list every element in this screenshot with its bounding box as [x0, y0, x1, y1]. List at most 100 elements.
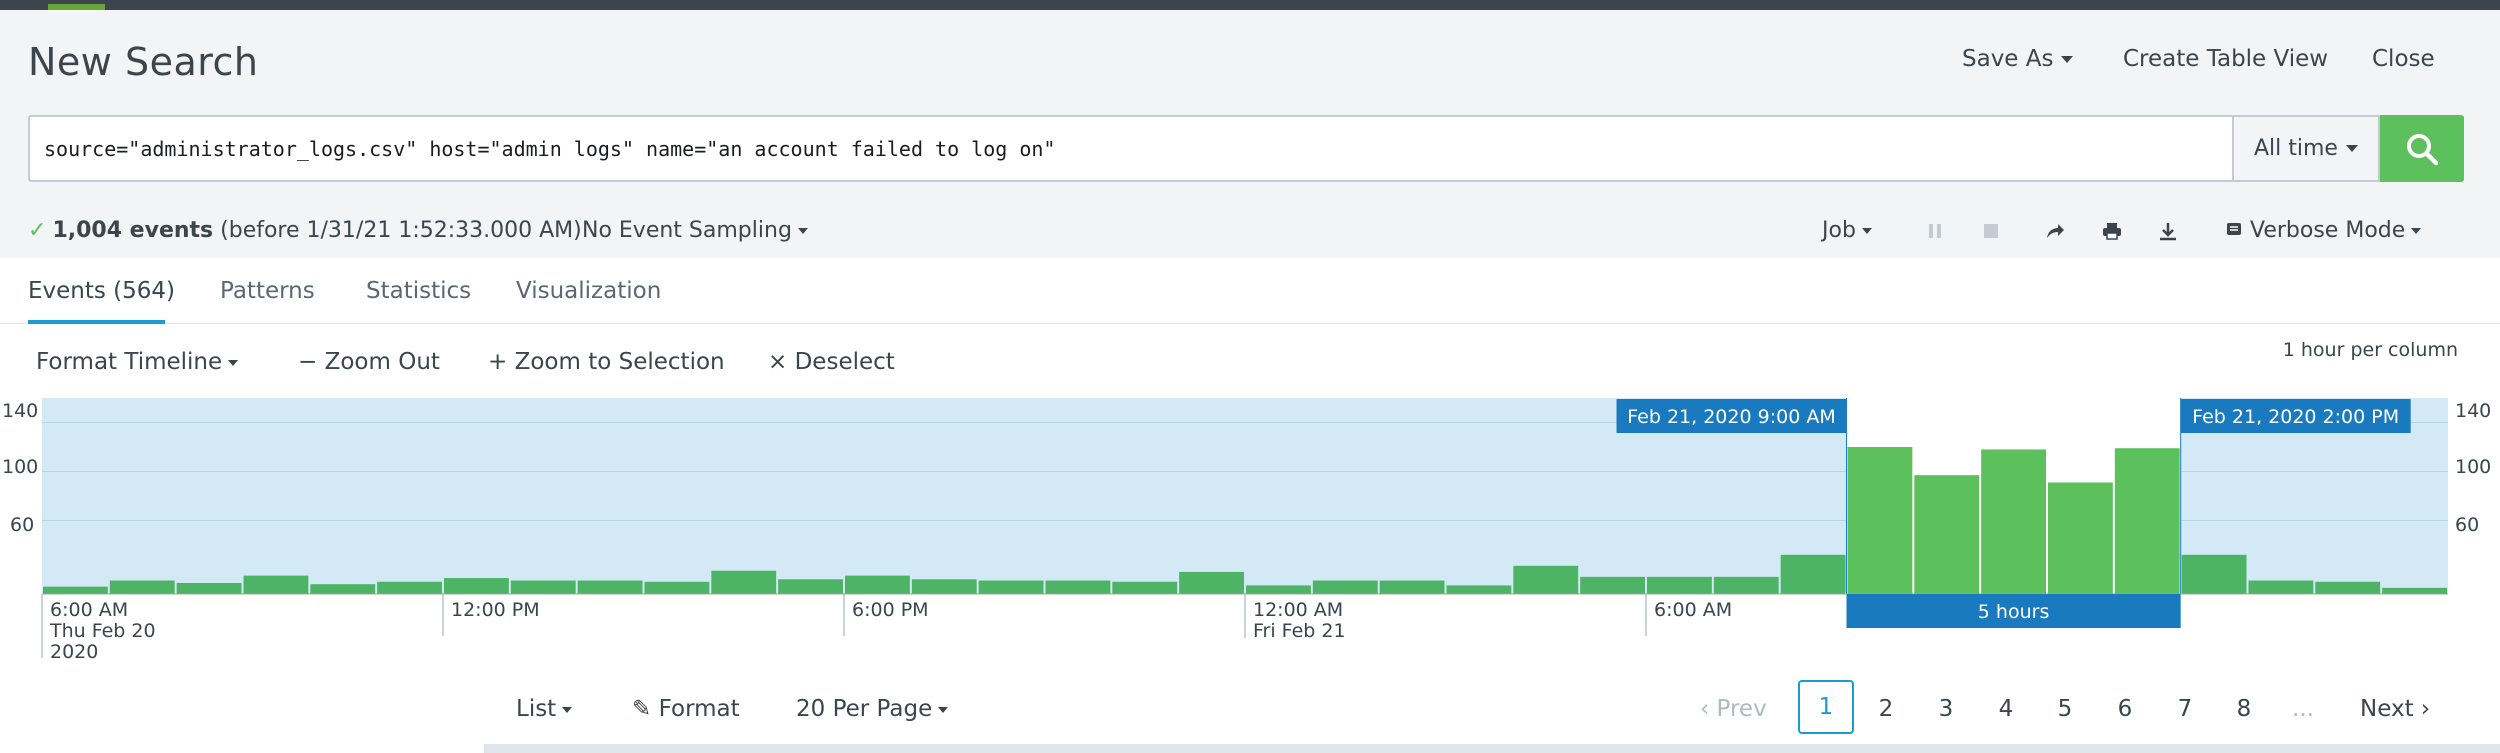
- chevron-down-icon: [1861, 228, 1872, 234]
- page-2[interactable]: 2: [1871, 696, 1901, 722]
- timeline-bar: [1513, 565, 1579, 594]
- close-button[interactable]: Close: [2372, 46, 2435, 72]
- time-range-picker[interactable]: All time: [2232, 115, 2380, 182]
- deselect-label: Deselect: [794, 349, 895, 375]
- timeline-chart[interactable]: 140 100 60 140 100 60 Feb 21, 2020 9:00 …: [0, 398, 2500, 670]
- pause-button[interactable]: [1924, 220, 1946, 242]
- time-range-label: All time: [2254, 136, 2338, 161]
- top-nav-bar: [0, 0, 2500, 10]
- print-button[interactable]: [2101, 220, 2123, 242]
- zoom-to-selection-label: Zoom to Selection: [514, 349, 725, 375]
- timeline-bar: [1045, 580, 1111, 594]
- search-query-text: source="administrator_logs.csv" host="ad…: [44, 137, 1056, 161]
- timeline-bar: [978, 580, 1044, 594]
- timeline-bar: [845, 575, 910, 594]
- x-tick-sublabel: Fri Feb 21: [1253, 620, 1346, 642]
- timeline-bar: [711, 570, 777, 594]
- timeline-bar: [1179, 571, 1244, 594]
- page-7[interactable]: 7: [2170, 696, 2200, 722]
- stop-button[interactable]: [1980, 220, 2002, 242]
- search-button[interactable]: [2380, 115, 2464, 182]
- tab-patterns[interactable]: Patterns: [220, 278, 315, 304]
- tab-visualization[interactable]: Visualization: [516, 278, 661, 304]
- pause-icon: [1929, 224, 1941, 238]
- chevron-down-icon: [2345, 145, 2358, 152]
- timeline-bar: [644, 581, 710, 594]
- event-sampling-label: No Event Sampling: [582, 218, 792, 243]
- timeline-bar: [1780, 554, 1846, 594]
- x-tick-label: 6:00 PM: [852, 599, 929, 621]
- search-icon: [2407, 133, 2439, 165]
- timeline-svg: Feb 21, 2020 9:00 AM Feb 21, 2020 2:00 PM…: [41, 398, 2448, 663]
- per-page-label: 20 Per Page: [796, 696, 933, 722]
- search-input[interactable]: source="administrator_logs.csv" host="ad…: [28, 115, 2232, 182]
- timeline-bar: [2114, 448, 2180, 594]
- per-page-menu[interactable]: 20 Per Page: [796, 696, 949, 722]
- page-1[interactable]: 1: [1798, 680, 1854, 734]
- timeline-bar: [1446, 585, 1512, 594]
- next-page-button[interactable]: Next ›: [2360, 696, 2430, 722]
- page-title: New Search: [28, 40, 259, 84]
- plus-icon: +: [488, 349, 508, 375]
- timeline-bar: [444, 578, 509, 594]
- save-as-label: Save As: [1962, 46, 2054, 72]
- zoom-to-selection-button[interactable]: + Zoom to Selection: [488, 349, 725, 375]
- list-view-menu[interactable]: List: [516, 696, 573, 722]
- timeline-bar: [510, 580, 576, 594]
- timeline-bar: [243, 575, 309, 594]
- timeline-bar: [1112, 581, 1178, 594]
- search-area: New Search Save As Create Table View Clo…: [0, 10, 2500, 258]
- page-3[interactable]: 3: [1931, 696, 1961, 722]
- timeline-bar: [1379, 580, 1445, 594]
- create-table-view-button[interactable]: Create Table View: [2123, 46, 2328, 72]
- format-timeline-label: Format Timeline: [36, 349, 223, 375]
- close-icon: ×: [768, 349, 788, 375]
- save-as-menu[interactable]: Save As: [1962, 46, 2074, 72]
- timeline-bar: [109, 580, 175, 594]
- prev-page-button[interactable]: ‹ Prev: [1700, 696, 1767, 722]
- format-timeline-menu[interactable]: Format Timeline: [36, 349, 239, 375]
- export-icon: [2160, 223, 2176, 241]
- x-tick-sublabel: Thu Feb 20: [49, 620, 156, 642]
- timeline-bar: [2315, 581, 2381, 594]
- result-tabs: Events (564) Patterns Statistics Visuali…: [0, 258, 2500, 324]
- search-mode-label: Verbose Mode: [2250, 218, 2406, 243]
- next-label: Next: [2360, 696, 2414, 722]
- share-button[interactable]: [2044, 220, 2066, 242]
- page-6[interactable]: 6: [2110, 696, 2140, 722]
- job-menu[interactable]: Job: [1822, 218, 1872, 243]
- chevron-down-icon: [562, 706, 573, 713]
- checkmark-icon: ✓: [28, 218, 47, 243]
- page-5[interactable]: 5: [2050, 696, 2080, 722]
- page-8[interactable]: 8: [2229, 696, 2259, 722]
- chevron-down-icon: [938, 706, 949, 713]
- page-4[interactable]: 4: [1991, 696, 2021, 722]
- chevron-down-icon: [2061, 56, 2074, 63]
- timeline-bar: [1246, 585, 1311, 594]
- zoom-out-button[interactable]: − Zoom Out: [298, 349, 440, 375]
- x-tick-label: 6:00 AM: [50, 599, 128, 621]
- chevron-left-icon: ‹: [1700, 696, 1710, 722]
- mode-icon: [2227, 223, 2241, 235]
- x-tick-label: 12:00 AM: [1253, 599, 1343, 621]
- pencil-icon: ✎: [632, 696, 652, 722]
- deselect-button[interactable]: × Deselect: [768, 349, 895, 375]
- selection-duration-label: 5 hours: [1978, 601, 2050, 623]
- export-button[interactable]: [2157, 220, 2179, 242]
- prev-label: Prev: [1716, 696, 1767, 722]
- results-toolbar: List ✎ Format 20 Per Page ‹ Prev 1 2 3 4…: [0, 680, 2500, 736]
- timeline-bar: [911, 579, 977, 594]
- timeline-bar: [1312, 580, 1378, 594]
- stop-icon: [1984, 224, 1998, 238]
- list-label: List: [516, 696, 557, 722]
- print-icon: [2103, 223, 2121, 240]
- event-sampling-menu[interactable]: No Event Sampling: [582, 218, 808, 243]
- tab-events[interactable]: Events (564): [28, 278, 175, 304]
- timeline-bar: [2048, 482, 2113, 594]
- tab-statistics[interactable]: Statistics: [366, 278, 471, 304]
- format-label: Format: [658, 696, 740, 722]
- chevron-down-icon: [228, 359, 239, 366]
- format-button[interactable]: ✎ Format: [632, 696, 740, 722]
- search-mode-menu[interactable]: Verbose Mode: [2226, 218, 2422, 243]
- selection-start-label: Feb 21, 2020 9:00 AM: [1627, 406, 1835, 428]
